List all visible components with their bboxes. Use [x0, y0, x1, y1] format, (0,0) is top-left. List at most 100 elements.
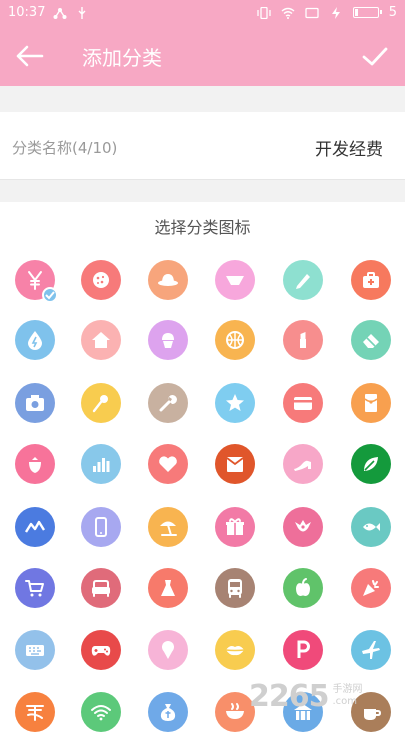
- category-icon-option[interactable]: [283, 568, 323, 608]
- shopping-cart-icon: [25, 580, 44, 597]
- category-icon-option[interactable]: [148, 692, 188, 732]
- wrench-icon: [159, 395, 177, 412]
- ice-cream-icon: [162, 641, 174, 659]
- vibrate-icon: [257, 6, 271, 19]
- category-icon-option[interactable]: [148, 568, 188, 608]
- category-icon-option[interactable]: [81, 260, 121, 300]
- category-icon-option[interactable]: [283, 383, 323, 423]
- watermark-text-cn: 手游网: [332, 684, 363, 695]
- category-icon-option[interactable]: [215, 320, 255, 360]
- category-icon-option[interactable]: [15, 507, 55, 547]
- checkmark-icon: [362, 47, 388, 66]
- category-icon-option[interactable]: [15, 320, 55, 360]
- category-icon-option[interactable]: [283, 444, 323, 484]
- divider: [0, 180, 405, 202]
- battery-icon: [352, 7, 382, 18]
- category-icon-option[interactable]: [148, 507, 188, 547]
- leaf-icon: [364, 457, 378, 471]
- house-icon: [92, 332, 110, 348]
- money-bag-icon: [160, 704, 176, 721]
- category-name-input[interactable]: 开发经费: [315, 135, 383, 160]
- dress-icon: [161, 580, 175, 596]
- microphone-icon: [92, 395, 108, 413]
- lips-icon: [225, 646, 245, 656]
- high-heel-icon: [294, 460, 311, 471]
- category-icon-option[interactable]: [215, 260, 255, 300]
- category-icon-option[interactable]: [15, 444, 55, 484]
- taobao-icon: [26, 705, 44, 721]
- hat-icon: [158, 274, 178, 286]
- category-icon-option[interactable]: [81, 507, 121, 547]
- airplane-icon: [362, 641, 380, 659]
- category-icon-option[interactable]: [215, 444, 255, 484]
- category-icon-option[interactable]: [215, 630, 255, 670]
- basketball-icon: [226, 331, 244, 349]
- apple-icon: [296, 578, 310, 596]
- eraser-icon: [363, 334, 379, 348]
- cupcake-icon: [162, 333, 174, 348]
- category-icon-option[interactable]: [351, 507, 391, 547]
- water-drop-icon: [28, 331, 42, 350]
- category-icon-option[interactable]: [81, 630, 121, 670]
- parking-icon: [297, 640, 310, 658]
- red-envelope-icon: [364, 394, 378, 412]
- charging-icon: [331, 6, 340, 19]
- strawberry-icon: [29, 457, 41, 473]
- underwear-icon: [226, 276, 244, 285]
- back-button[interactable]: [12, 40, 48, 72]
- category-icon-option[interactable]: [283, 507, 323, 547]
- party-popper-icon: [363, 580, 379, 596]
- category-icon-option[interactable]: [15, 568, 55, 608]
- category-icon-option[interactable]: [351, 320, 391, 360]
- category-icon-option[interactable]: [148, 260, 188, 300]
- category-icon-option[interactable]: [148, 444, 188, 484]
- category-icon-option[interactable]: [148, 630, 188, 670]
- camera-icon: [26, 395, 44, 411]
- share-icon: [53, 7, 67, 19]
- category-name-label: 分类名称(4/10): [12, 139, 118, 157]
- category-icon-option[interactable]: [15, 692, 55, 732]
- bird-icon: [295, 520, 311, 532]
- bar-chart-icon: [93, 458, 110, 472]
- clock: 10:37: [8, 5, 46, 20]
- wifi-status-icon: [281, 7, 295, 19]
- category-icon-option[interactable]: [283, 630, 323, 670]
- divider: [0, 86, 405, 112]
- category-icon-option[interactable]: [283, 320, 323, 360]
- phone-icon: [95, 517, 107, 537]
- fish-icon: [363, 523, 380, 531]
- mountain-chart-icon: [24, 520, 46, 533]
- category-icon-option[interactable]: [81, 568, 121, 608]
- gamepad-icon: [91, 646, 111, 656]
- selected-check-icon: [42, 287, 58, 303]
- cookie-icon: [93, 272, 109, 288]
- category-icon-option[interactable]: [81, 692, 121, 732]
- category-icon-option[interactable]: [351, 630, 391, 670]
- category-icon-option[interactable]: [351, 260, 391, 300]
- category-icon-option[interactable]: [351, 444, 391, 484]
- category-icon-option[interactable]: [215, 383, 255, 423]
- category-icon-option[interactable]: [283, 260, 323, 300]
- category-icon-option[interactable]: [81, 320, 121, 360]
- category-icon-option[interactable]: [215, 507, 255, 547]
- confirm-button[interactable]: [359, 40, 391, 72]
- category-icon-option[interactable]: [351, 568, 391, 608]
- category-icon-option[interactable]: [148, 320, 188, 360]
- category-icon-option[interactable]: [351, 383, 391, 423]
- watermark-text-en: .com: [332, 696, 358, 707]
- heart-icon: [159, 456, 177, 472]
- beach-umbrella-icon: [160, 521, 177, 536]
- category-icon-option[interactable]: [15, 260, 58, 303]
- category-icon-option[interactable]: [15, 383, 55, 423]
- category-icon-option[interactable]: [81, 383, 121, 423]
- category-icon-option[interactable]: [15, 630, 55, 670]
- bus-icon: [228, 579, 242, 598]
- category-icon-option[interactable]: [81, 444, 121, 484]
- category-name-row[interactable]: 分类名称(4/10) 开发经费: [0, 112, 405, 180]
- category-icon-option[interactable]: [148, 383, 188, 423]
- site-watermark: 2265 手游网 .com: [249, 676, 399, 716]
- category-icon-option[interactable]: [215, 568, 255, 608]
- sofa-icon: [92, 580, 110, 597]
- status-bar: 10:37 5: [0, 0, 405, 26]
- bowl-icon: [226, 703, 244, 719]
